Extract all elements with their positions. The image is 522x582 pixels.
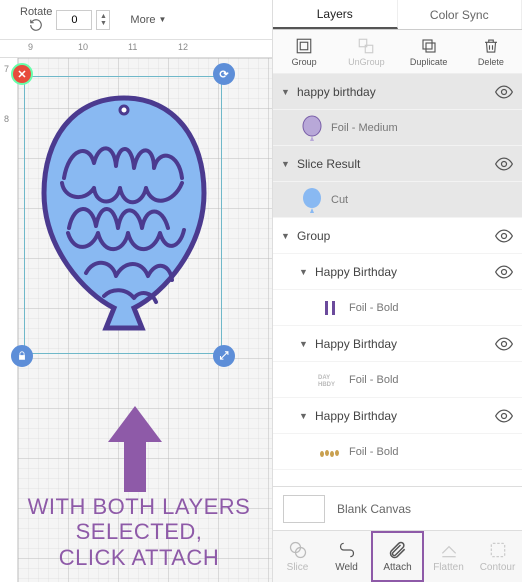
caret-icon[interactable]: ▼ (281, 159, 291, 169)
contour-button: Contour (473, 531, 522, 582)
caret-icon[interactable]: ▼ (281, 87, 291, 97)
layer-cut[interactable]: Cut (273, 182, 522, 218)
layer-happy-birthday[interactable]: ▼ happy birthday (273, 74, 522, 110)
svg-text:DAY: DAY (318, 375, 330, 381)
trash-icon (482, 37, 500, 55)
contour-icon (488, 540, 508, 560)
tab-color-sync[interactable]: Color Sync (398, 0, 522, 29)
rotate-label: Rotate (20, 7, 52, 18)
rotate-input[interactable] (56, 10, 92, 30)
panel-actions: Group UnGroup Duplicate Delete (273, 30, 522, 74)
visibility-icon[interactable] (494, 262, 514, 282)
attach-icon (388, 540, 408, 560)
bottom-tools: Slice Weld Attach Flatten Contour (273, 530, 522, 582)
visibility-icon[interactable] (494, 334, 514, 354)
chevron-down-icon: ▼ (158, 15, 166, 24)
design-grid[interactable]: ✕ ⟳ ⤢ WITH BOTH LAYERS SELECTED (18, 58, 272, 582)
ungroup-button: UnGroup (335, 30, 397, 73)
lock-icon (17, 351, 27, 361)
layer-hb-3[interactable]: ▼ Happy Birthday (273, 398, 522, 434)
canvas-label: Blank Canvas (337, 502, 411, 516)
top-toolbar: Rotate ▲▼ More ▼ (0, 0, 272, 40)
layer-thumb (317, 295, 343, 321)
flatten-button: Flatten (424, 531, 473, 582)
layer-thumb: DAYHBDY (317, 367, 343, 393)
layers-list: ▼ happy birthday Foil - Medium ▼ Slice R… (273, 74, 522, 486)
attach-button[interactable]: Attach (371, 531, 424, 582)
caret-icon[interactable]: ▼ (281, 231, 291, 241)
layer-hb-1-sub[interactable]: Foil - Bold (273, 290, 522, 326)
layer-hb-2-sub[interactable]: DAYHBDY Foil - Bold (273, 362, 522, 398)
annotation-text: WITH BOTH LAYERS SELECTED, CLICK ATTACH (18, 494, 260, 570)
more-dropdown[interactable]: More ▼ (130, 14, 166, 26)
layer-thumb (317, 439, 343, 465)
blank-canvas-row[interactable]: Blank Canvas (273, 486, 522, 530)
visibility-icon[interactable] (494, 82, 514, 102)
flatten-icon (439, 540, 459, 560)
ruler-vertical: 7 8 (0, 58, 18, 582)
layer-slice-result[interactable]: ▼ Slice Result (273, 146, 522, 182)
rotate-handle[interactable]: ⟳ (213, 63, 235, 85)
canvas-area: Rotate ▲▼ More ▼ 9 10 11 12 7 8 ✕ ⟳ ⤢ (0, 0, 272, 582)
annotation-arrow-icon (108, 406, 162, 492)
balloon-design[interactable] (34, 88, 214, 338)
rotate-stepper[interactable]: ▲▼ (96, 10, 110, 30)
rotate-icon[interactable] (29, 18, 43, 32)
resize-handle[interactable]: ⤢ (213, 345, 235, 367)
layer-thumb (299, 115, 325, 141)
ruler-horizontal: 9 10 11 12 (0, 40, 272, 58)
visibility-icon[interactable] (494, 226, 514, 246)
ungroup-icon (357, 37, 375, 55)
layer-hb-1[interactable]: ▼ Happy Birthday (273, 254, 522, 290)
weld-icon (337, 540, 357, 560)
canvas-swatch[interactable] (283, 495, 325, 523)
duplicate-button[interactable]: Duplicate (398, 30, 460, 73)
layer-foil-medium[interactable]: Foil - Medium (273, 110, 522, 146)
visibility-icon[interactable] (494, 406, 514, 426)
duplicate-icon (420, 37, 438, 55)
slice-button: Slice (273, 531, 322, 582)
slice-icon (288, 540, 308, 560)
layer-thumb (299, 187, 325, 213)
layer-hb-2[interactable]: ▼ Happy Birthday (273, 326, 522, 362)
delete-button[interactable]: Delete (460, 30, 522, 73)
caret-icon[interactable]: ▼ (299, 267, 309, 277)
visibility-icon[interactable] (494, 154, 514, 174)
group-button[interactable]: Group (273, 30, 335, 73)
caret-icon[interactable]: ▼ (299, 411, 309, 421)
delete-handle[interactable]: ✕ (11, 63, 33, 85)
tab-layers[interactable]: Layers (273, 0, 398, 29)
caret-icon[interactable]: ▼ (299, 339, 309, 349)
lock-handle[interactable] (11, 345, 33, 367)
weld-button[interactable]: Weld (322, 531, 371, 582)
layer-group[interactable]: ▼ Group (273, 218, 522, 254)
layer-hb-3-sub[interactable]: Foil - Bold (273, 434, 522, 470)
svg-text:HBDY: HBDY (318, 382, 335, 388)
panel-tabs: Layers Color Sync (273, 0, 522, 30)
layers-panel: Layers Color Sync Group UnGroup Duplicat… (272, 0, 522, 582)
group-icon (295, 37, 313, 55)
